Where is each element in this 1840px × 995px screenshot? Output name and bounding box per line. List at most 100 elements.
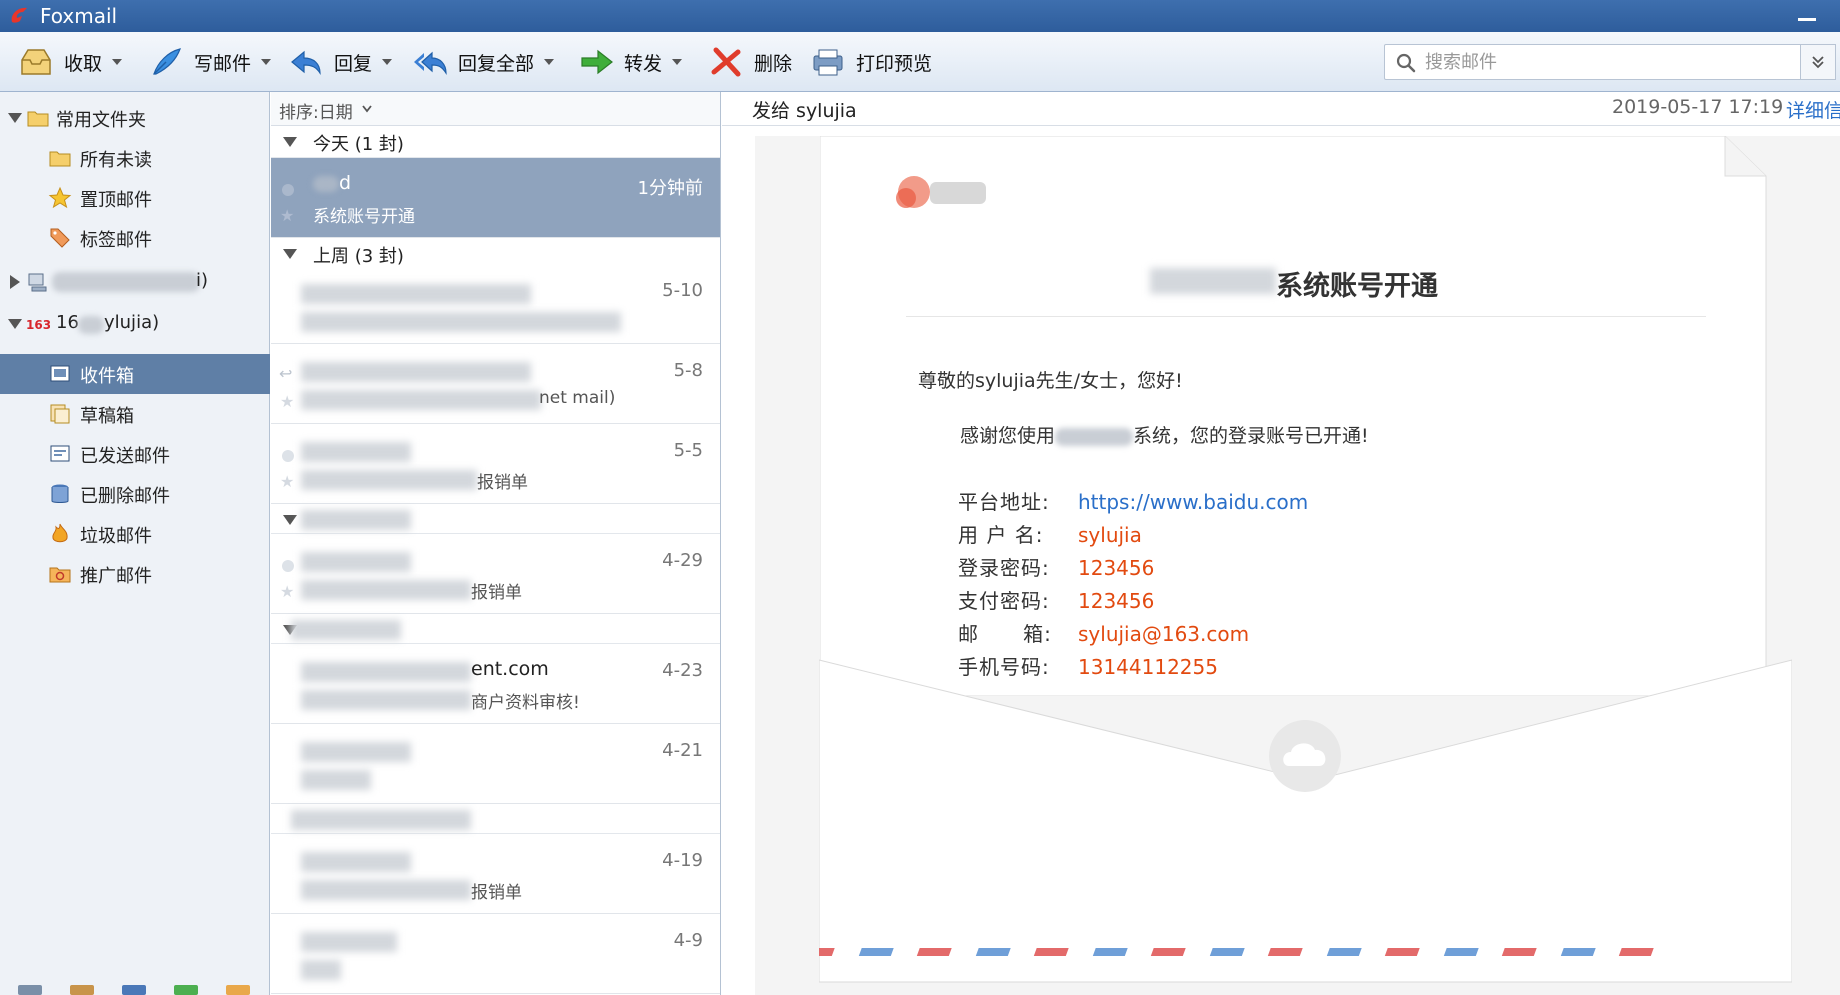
group-header-redacted[interactable] xyxy=(271,614,720,644)
sidebar-common-folders[interactable]: 常用文件夹 xyxy=(0,98,270,138)
inbox-tray-icon xyxy=(21,49,51,75)
expand-arrow-icon[interactable] xyxy=(8,113,22,123)
expand-arrow-icon[interactable] xyxy=(10,275,20,289)
redacted-sender xyxy=(301,284,531,304)
chevron-down-icon[interactable] xyxy=(261,59,272,65)
delete-button[interactable]: 删除 xyxy=(708,42,792,82)
star-icon[interactable]: ★ xyxy=(280,392,294,411)
mail-item[interactable]: 4-9 xyxy=(271,914,720,994)
field-key: 用 户 名: xyxy=(958,523,1044,547)
search-input[interactable] xyxy=(1425,49,1755,75)
sidebar-account-1[interactable]: i) xyxy=(0,262,270,302)
sidebar-item-starred[interactable]: 置顶邮件 xyxy=(0,178,270,218)
field-key: 登录密码: xyxy=(958,556,1050,580)
print-preview-button[interactable]: 打印预览 xyxy=(810,42,932,82)
sidebar-item-label: 已发送邮件 xyxy=(80,446,170,467)
mail-date: 4-19 xyxy=(662,850,703,871)
tasks-icon[interactable] xyxy=(174,985,198,995)
mail-date: 1分钟前 xyxy=(637,178,703,199)
sidebar-item-junk[interactable]: 垃圾邮件 xyxy=(0,514,270,554)
group-header-redacted[interactable] xyxy=(271,804,720,834)
field-key: 支付密码: xyxy=(958,589,1050,613)
search-dropdown-button[interactable] xyxy=(1800,44,1836,80)
mail-date: 4-29 xyxy=(662,550,703,571)
group-header-redacted[interactable] xyxy=(271,504,720,534)
sidebar-item-tagged[interactable]: 标签邮件 xyxy=(0,218,270,258)
mail-item[interactable]: ★ d 系统账号开通 1分钟前 xyxy=(271,158,720,238)
sidebar-item-all-unread[interactable]: 所有未读 xyxy=(0,138,270,178)
mail-date: 4-21 xyxy=(662,740,703,761)
sidebar-item-deleted[interactable]: 已删除邮件 xyxy=(0,474,270,514)
field-pay-password: 支付密码: 123456 xyxy=(958,585,1154,614)
redacted-sender xyxy=(301,442,411,462)
star-icon[interactable]: ★ xyxy=(280,472,294,491)
redacted-account-name xyxy=(52,272,200,292)
minimize-button[interactable] xyxy=(1798,18,1816,21)
mail-item[interactable]: ↩ ★ net mail) 5-8 xyxy=(271,344,720,424)
calendar-icon[interactable] xyxy=(122,985,146,995)
chevron-down-icon[interactable] xyxy=(112,59,123,65)
compose-button[interactable]: 写邮件 xyxy=(148,42,272,82)
unread-dot-icon[interactable] xyxy=(282,450,294,462)
thanks-prefix: 感谢您使用 xyxy=(960,425,1056,447)
mail-date: 4-9 xyxy=(673,930,703,951)
sidebar-item-label: 垃圾邮件 xyxy=(80,526,152,547)
chevron-down-icon[interactable] xyxy=(544,59,555,65)
collapse-arrow-icon[interactable] xyxy=(283,137,297,147)
mail-subject: 报销单 xyxy=(471,883,522,903)
chevron-down-icon[interactable] xyxy=(382,59,393,65)
sidebar-account-163[interactable]: 163 16 ylujia) xyxy=(0,304,270,344)
mail-item[interactable]: ★ 报销单 4-29 xyxy=(271,534,720,614)
search-box[interactable] xyxy=(1384,44,1804,80)
chevron-down-icon xyxy=(362,105,372,113)
delete-label: 删除 xyxy=(754,52,793,75)
mail-date: 4-23 xyxy=(662,660,703,681)
sidebar-item-inbox[interactable]: 收件箱 xyxy=(0,354,270,394)
svg-text:163: 163 xyxy=(26,318,50,332)
chevron-down-icon[interactable] xyxy=(672,59,683,65)
mail-view-icon[interactable] xyxy=(18,985,42,995)
forward-arrow-icon xyxy=(581,49,613,75)
sidebar-item-promo[interactable]: 推广邮件 xyxy=(0,554,270,594)
message-header: 发给 sylujia 2019-05-17 17:19 详细信 xyxy=(722,92,1840,126)
mail-item[interactable]: ★ 报销单 5-5 xyxy=(271,424,720,504)
redacted-subject xyxy=(301,770,371,790)
folder-icon xyxy=(27,111,49,127)
receive-button[interactable]: 收取 xyxy=(18,42,123,82)
notes-icon[interactable] xyxy=(226,985,250,995)
platform-url-link[interactable]: https://www.baidu.com xyxy=(1078,490,1308,514)
contacts-icon[interactable] xyxy=(70,985,94,995)
reply-button[interactable]: 回复 xyxy=(288,42,393,82)
forward-button[interactable]: 转发 xyxy=(578,42,683,82)
field-email: 邮 箱: sylujia@163.com xyxy=(958,618,1249,647)
unread-dot-icon[interactable] xyxy=(282,184,294,196)
unread-dot-icon[interactable] xyxy=(282,560,294,572)
collapse-arrow-icon[interactable] xyxy=(283,515,297,525)
group-header-today[interactable]: 今天 (1 封) xyxy=(271,126,720,158)
star-icon[interactable]: ★ xyxy=(280,206,294,225)
expand-arrow-icon[interactable] xyxy=(8,319,22,329)
title-divider xyxy=(906,316,1706,317)
field-value: 123456 xyxy=(1078,589,1155,613)
sidebar-item-sent[interactable]: 已发送邮件 xyxy=(0,434,270,474)
sidebar-item-label: 草稿箱 xyxy=(80,406,134,427)
detail-link[interactable]: 详细信 xyxy=(1786,96,1840,123)
group-header-last-week[interactable]: 上周 (3 封) xyxy=(271,238,720,267)
brand-logo-icon xyxy=(896,176,986,208)
sidebar-item-label: 置顶邮件 xyxy=(80,190,152,211)
mail-item[interactable]: 4-21 xyxy=(271,724,720,804)
sort-bar[interactable]: 排序:日期 xyxy=(271,92,720,126)
mail-item[interactable]: ent.com 商户资料审核! 4-23 xyxy=(271,644,720,724)
collapse-arrow-icon[interactable] xyxy=(283,249,297,259)
reply-all-button[interactable]: 回复全部 xyxy=(412,42,555,82)
redacted-sender xyxy=(301,662,471,682)
forward-label: 转发 xyxy=(624,52,663,75)
mail-item[interactable]: 5-10 xyxy=(271,264,720,344)
mail-item[interactable]: 报销单 4-19 xyxy=(271,834,720,914)
sidebar-item-drafts[interactable]: 草稿箱 xyxy=(0,394,270,434)
star-icon[interactable]: ★ xyxy=(280,582,294,601)
airmail-stripe xyxy=(819,948,1654,956)
mail-subject: 系统账号开通 xyxy=(313,207,415,227)
redacted-subject xyxy=(301,880,471,900)
redacted-subject xyxy=(301,690,471,710)
